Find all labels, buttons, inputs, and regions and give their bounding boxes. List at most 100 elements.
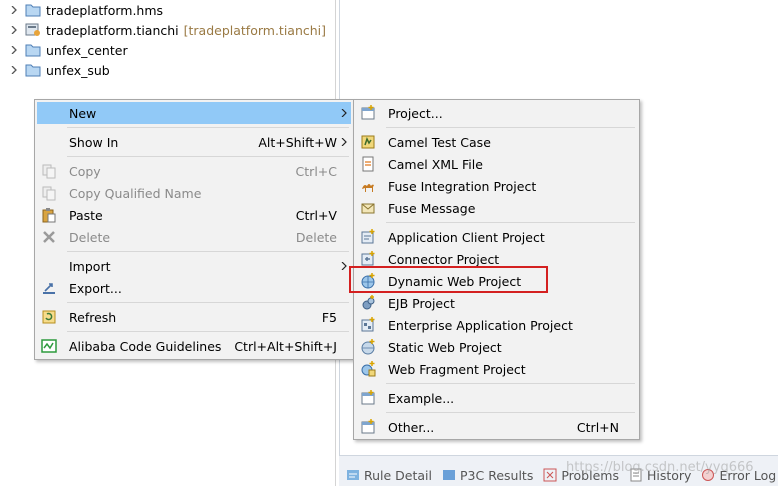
menu-item-export[interactable]: Export... <box>37 277 351 299</box>
java-project-icon <box>25 23 41 37</box>
menu-item-shortcut: Ctrl+C <box>295 163 337 179</box>
tree-item-unfex-center[interactable]: unfex_center <box>8 40 128 60</box>
tab-label: P3C Results <box>460 467 534 483</box>
menu-item-shortcut: Ctrl+N <box>576 419 619 435</box>
menu-separator <box>386 383 635 384</box>
other-wizard-icon <box>360 419 376 435</box>
menu-item-label: Copy <box>69 163 101 179</box>
menu-item-example[interactable]: Example... <box>356 387 637 409</box>
tree-item-label: tradeplatform.hms <box>46 2 164 18</box>
connector-icon <box>360 251 376 267</box>
camel-test-case-icon <box>360 134 376 150</box>
enterprise-application-icon <box>360 317 376 333</box>
menu-item-other[interactable]: Other... Ctrl+N <box>356 416 637 438</box>
menu-item-label: Camel XML File <box>388 156 483 172</box>
menu-item-alibaba-code-guidelines[interactable]: Alibaba Code Guidelines Ctrl+Alt+Shift+J <box>37 335 351 357</box>
submenu-arrow-icon <box>341 131 347 153</box>
menu-item-project[interactable]: Project... <box>356 102 637 124</box>
repository-decoration: [tradeplatform.tianchi] <box>183 22 327 38</box>
copy-qualified-name-icon <box>41 185 57 201</box>
watermark: https://blog.csdn.net/yyq666 <box>566 460 754 475</box>
refresh-icon <box>41 309 57 325</box>
p3c-icon <box>442 468 456 482</box>
export-icon <box>41 280 57 296</box>
menu-item-static-web-project[interactable]: Static Web Project <box>356 336 637 358</box>
problems-icon <box>543 468 557 482</box>
chevron-right-icon[interactable] <box>8 44 20 56</box>
menu-separator <box>67 251 349 252</box>
web-fragment-project-icon <box>360 361 376 377</box>
menu-item-import[interactable]: Import <box>37 255 351 277</box>
context-menu: New Show In Alt+Shift+W Copy Ctrl+C Copy… <box>34 99 354 360</box>
menu-item-label: Example... <box>388 390 455 406</box>
menu-item-label: Static Web Project <box>388 339 502 355</box>
menu-separator <box>386 222 635 223</box>
menu-separator <box>67 302 349 303</box>
camel-xml-file-icon <box>360 156 376 172</box>
menu-item-show-in[interactable]: Show In Alt+Shift+W <box>37 131 351 153</box>
menu-item-enterprise-application-project[interactable]: Enterprise Application Project <box>356 314 637 336</box>
tab-p3c-results[interactable]: P3C Results <box>442 468 533 483</box>
menu-item-label: Other... <box>388 419 435 435</box>
ejb-project-icon <box>360 295 376 311</box>
menu-item-copy-qualified-name[interactable]: Copy Qualified Name <box>37 182 351 204</box>
chevron-right-icon[interactable] <box>8 4 20 16</box>
tab-rule-detail[interactable]: Rule Detail <box>346 468 432 483</box>
paste-icon <box>41 207 57 223</box>
menu-item-fuse-integration-project[interactable]: Fuse Integration Project <box>356 175 637 197</box>
menu-item-fuse-message[interactable]: Fuse Message <box>356 197 637 219</box>
menu-item-shortcut: Delete <box>295 229 337 245</box>
menu-item-label: Show In <box>69 134 119 150</box>
menu-item-application-client-project[interactable]: Application Client Project <box>356 226 637 248</box>
menu-item-label: Alibaba Code Guidelines <box>69 338 222 354</box>
camel-icon <box>360 178 376 194</box>
menu-item-label: Copy Qualified Name <box>69 185 202 201</box>
delete-icon <box>41 229 57 245</box>
menu-item-paste[interactable]: Paste Ctrl+V <box>37 204 351 226</box>
menu-item-shortcut: F5 <box>321 309 337 325</box>
application-client-icon <box>360 229 376 245</box>
tree-item-label: unfex_sub <box>46 62 110 78</box>
tree-item-tradeplatform-tianchi[interactable]: tradeplatform.tianchi [tradeplatform.tia… <box>8 20 326 40</box>
menu-item-copy[interactable]: Copy Ctrl+C <box>37 160 351 182</box>
chevron-right-icon[interactable] <box>8 24 20 36</box>
menu-item-label: EJB Project <box>388 295 455 311</box>
menu-separator <box>67 127 349 128</box>
menu-item-label: Project... <box>388 105 443 121</box>
copy-icon <box>41 163 57 179</box>
menu-item-label: New <box>69 105 97 121</box>
menu-item-label: Fuse Message <box>388 200 476 216</box>
menu-separator <box>386 127 635 128</box>
tree-item-label: unfex_center <box>46 42 128 58</box>
menu-item-label: Paste <box>69 207 103 223</box>
menu-item-web-fragment-project[interactable]: Web Fragment Project <box>356 358 637 380</box>
menu-item-camel-xml-file[interactable]: Camel XML File <box>356 153 637 175</box>
rule-detail-icon <box>346 468 360 482</box>
folder-icon <box>25 3 41 17</box>
tree-item-tradeplatform-hms[interactable]: tradeplatform.hms <box>8 0 163 20</box>
chevron-right-icon[interactable] <box>8 64 20 76</box>
menu-item-label: Connector Project <box>388 251 500 267</box>
tab-label: Rule Detail <box>364 467 433 483</box>
menu-item-label: Export... <box>69 280 122 296</box>
menu-item-delete[interactable]: Delete Delete <box>37 226 351 248</box>
menu-item-refresh[interactable]: Refresh F5 <box>37 306 351 328</box>
menu-item-label: Enterprise Application Project <box>388 317 573 333</box>
menu-item-ejb-project[interactable]: EJB Project <box>356 292 637 314</box>
menu-item-shortcut: Alt+Shift+W <box>258 134 337 150</box>
new-project-icon <box>360 105 376 121</box>
menu-item-camel-test-case[interactable]: Camel Test Case <box>356 131 637 153</box>
menu-item-shortcut: Ctrl+Alt+Shift+J <box>234 338 337 354</box>
tree-item-label: tradeplatform.tianchi <box>46 22 179 38</box>
menu-item-label: Import <box>69 258 111 274</box>
folder-icon <box>25 63 41 77</box>
menu-item-new[interactable]: New <box>37 102 351 124</box>
static-web-project-icon <box>360 339 376 355</box>
annotation-highlight-box <box>349 266 548 293</box>
menu-item-shortcut: Ctrl+V <box>295 207 337 223</box>
menu-separator <box>386 412 635 413</box>
menu-separator <box>67 156 349 157</box>
submenu-arrow-icon <box>341 102 347 124</box>
tree-item-unfex-sub[interactable]: unfex_sub <box>8 60 110 80</box>
menu-item-label: Application Client Project <box>388 229 545 245</box>
